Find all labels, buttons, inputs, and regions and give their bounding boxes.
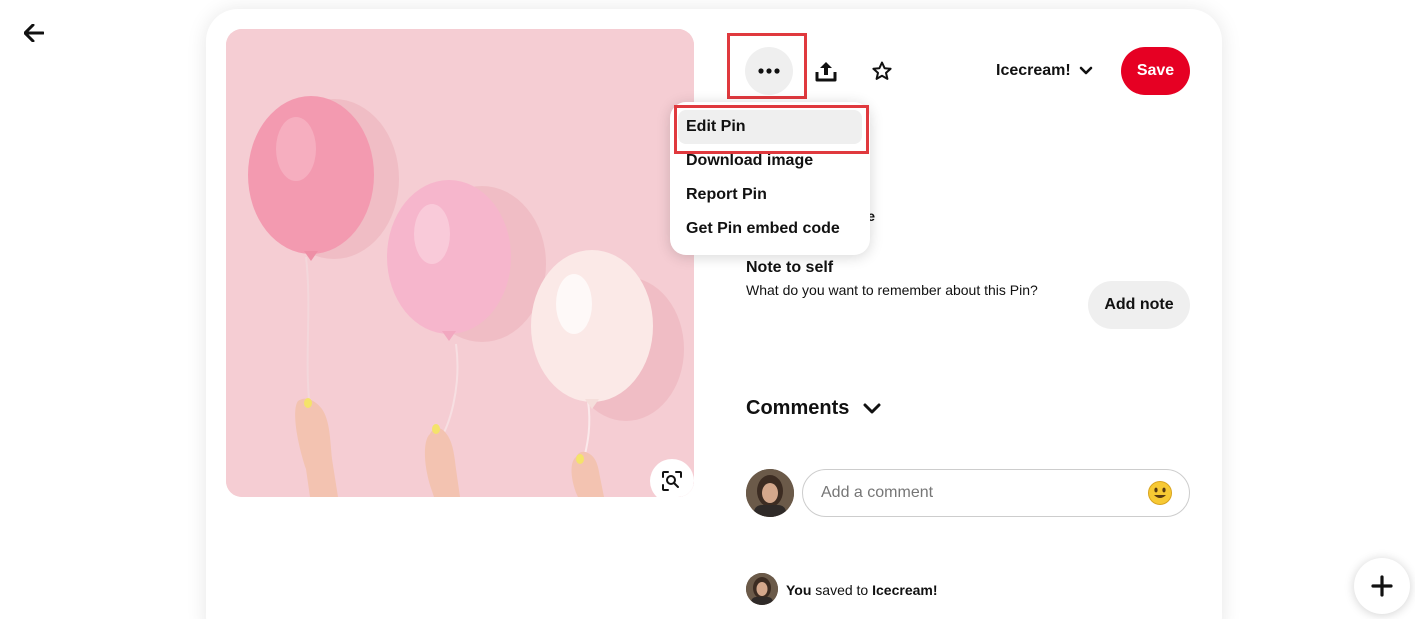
chevron-down-icon (1079, 66, 1093, 75)
star-icon (872, 61, 892, 80)
menu-item-embed-code[interactable]: Get Pin embed code (678, 212, 862, 246)
avatar[interactable] (746, 573, 778, 605)
more-horizontal-icon (758, 68, 780, 74)
activity-board[interactable]: Icecream! (872, 582, 937, 598)
board-name: Icecream! (996, 62, 1071, 79)
comments-toggle[interactable]: Comments (746, 397, 881, 420)
pin-image[interactable] (226, 29, 694, 497)
menu-item-download-image[interactable]: Download image (678, 144, 862, 178)
more-options-menu: Edit Pin Download image Report Pin Get P… (670, 102, 870, 255)
activity-text: saved to (815, 582, 869, 598)
back-button[interactable] (18, 17, 50, 49)
note-heading: Note to self (746, 259, 834, 276)
visual-search-button[interactable] (650, 459, 694, 497)
add-note-button[interactable]: Add note (1088, 281, 1190, 329)
comment-input[interactable] (802, 469, 1190, 517)
emoji-button[interactable] (1147, 480, 1173, 506)
smiley-emoji-icon (1148, 481, 1172, 505)
share-button[interactable] (802, 47, 850, 95)
favorite-button[interactable] (858, 47, 906, 95)
balloons-image (226, 29, 694, 497)
activity-line: You saved to Icecream! (786, 582, 938, 598)
activity-user[interactable]: You (786, 582, 811, 598)
menu-item-edit-pin[interactable]: Edit Pin (678, 110, 862, 144)
plus-icon (1371, 575, 1393, 597)
arrow-left-icon (24, 24, 44, 42)
board-selector[interactable]: Icecream! (996, 59, 1093, 83)
user-avatar-image (746, 573, 778, 605)
note-prompt: What do you want to remember about this … (746, 282, 1038, 298)
user-avatar-image (746, 469, 794, 517)
pin-closeup-card: Icecream! Save s! rce Note to self What … (206, 9, 1222, 619)
create-button[interactable] (1354, 558, 1410, 614)
save-button[interactable]: Save (1121, 47, 1190, 95)
chevron-down-icon (863, 403, 881, 413)
avatar[interactable] (746, 469, 794, 517)
visual-search-icon (662, 471, 682, 491)
share-upload-icon (815, 62, 837, 82)
more-options-button[interactable] (745, 47, 793, 95)
comments-heading: Comments (746, 397, 850, 419)
menu-item-report-pin[interactable]: Report Pin (678, 178, 862, 212)
